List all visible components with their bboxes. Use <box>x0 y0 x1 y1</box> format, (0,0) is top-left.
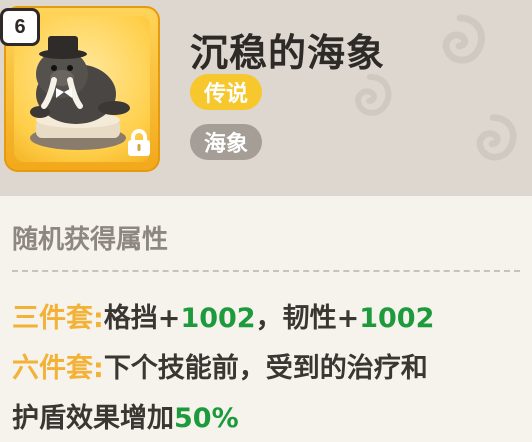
set3-stat1-value: 1002 <box>180 303 256 334</box>
set6-text-line1: 下个技能前，受到的治疗和 <box>103 353 428 384</box>
level-badge: 6 <box>0 8 40 46</box>
rarity-badge: 传说 <box>190 74 263 110</box>
swirl-decoration-icon <box>355 73 392 116</box>
set6-label: 六件套: <box>12 353 104 384</box>
set3-stat2-name: 韧性+ <box>282 303 360 334</box>
swirl-decoration-icon <box>476 114 517 161</box>
lock-icon <box>128 129 150 156</box>
divider <box>12 270 520 272</box>
type-badge: 海象 <box>190 124 263 160</box>
set6-bonus: 六件套:下个技能前，受到的治疗和 <box>12 346 428 385</box>
set3-separator: ， <box>255 303 283 334</box>
set3-bonus: 三件套:格挡+1002，韧性+1002 <box>12 296 434 335</box>
item-name: 沉稳的海象 <box>190 31 386 75</box>
section-title: 随机获得属性 <box>12 225 169 255</box>
set6-bonus-cont: 护盾效果增加50% <box>12 396 239 435</box>
set3-label: 三件套: <box>12 303 104 334</box>
swirl-decoration-icon <box>442 14 485 64</box>
item-header: 6 沉稳的海象 传说 海象 <box>0 0 532 196</box>
set3-stat2-value: 1002 <box>359 303 435 334</box>
set3-stat1-name: 格挡+ <box>103 303 181 334</box>
set6-text-line2: 护盾效果增加 <box>12 403 174 434</box>
set6-value: 50% <box>174 403 239 434</box>
